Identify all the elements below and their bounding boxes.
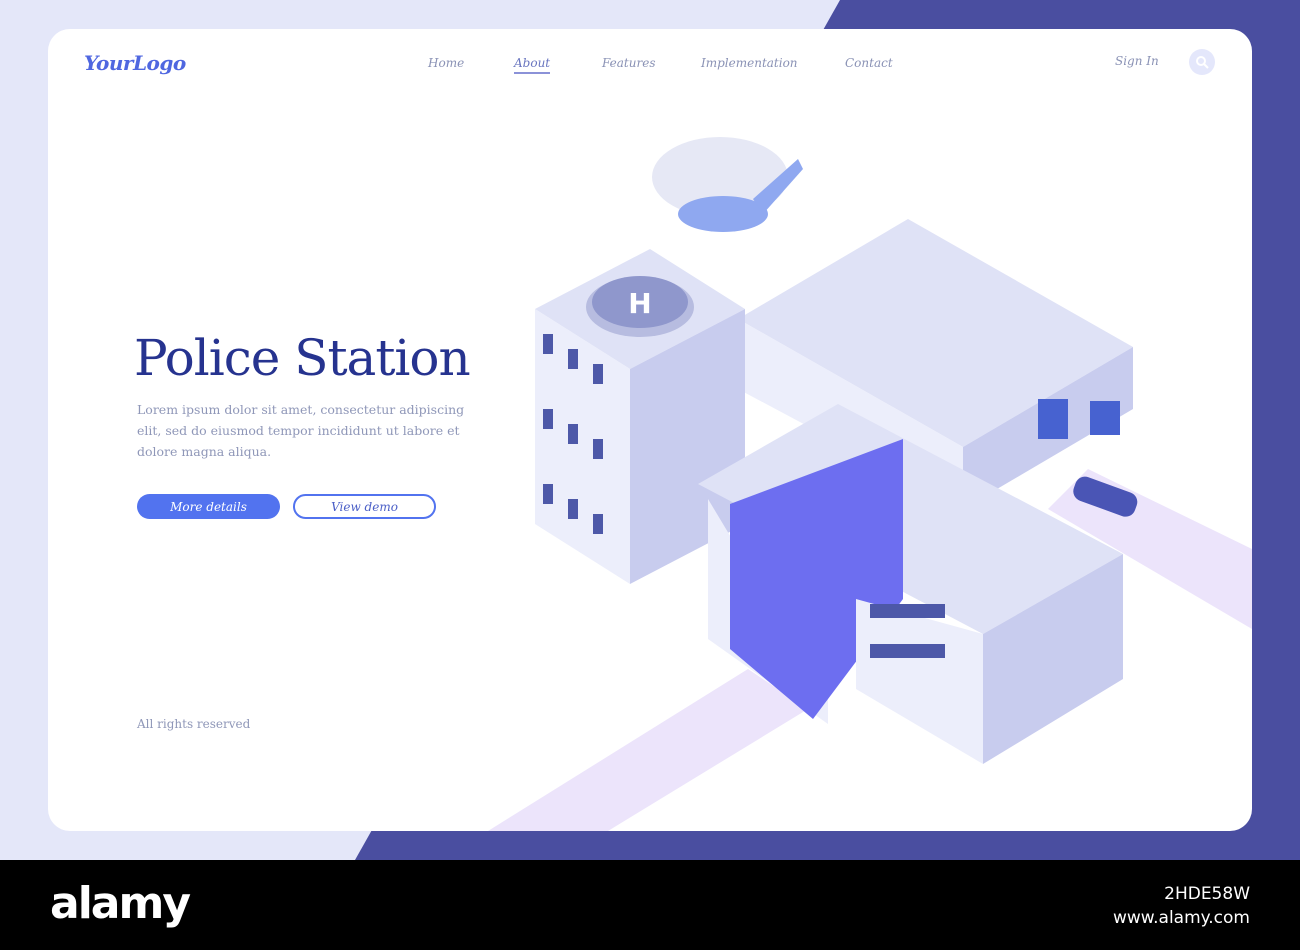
watermark-bar: alamy 2HDE58W www.alamy.com [0, 860, 1300, 950]
landing-card: YourLogo Home About Features Implementat… [48, 29, 1252, 831]
more-details-button[interactable]: More details [137, 494, 280, 519]
page-title: Police Station [134, 329, 471, 387]
copyright-text: All rights reserved [137, 717, 251, 731]
image-code: 2HDE58W [1164, 884, 1250, 904]
watermark-site: www.alamy.com [1112, 908, 1250, 928]
watermark-logo: alamy [50, 878, 191, 929]
view-demo-button[interactable]: View demo [293, 494, 436, 519]
hero-description: Lorem ipsum dolor sit amet, consectetur … [137, 402, 465, 459]
svg-text:H: H [628, 287, 651, 320]
watermark-info: 2HDE58W www.alamy.com [1113, 882, 1250, 930]
